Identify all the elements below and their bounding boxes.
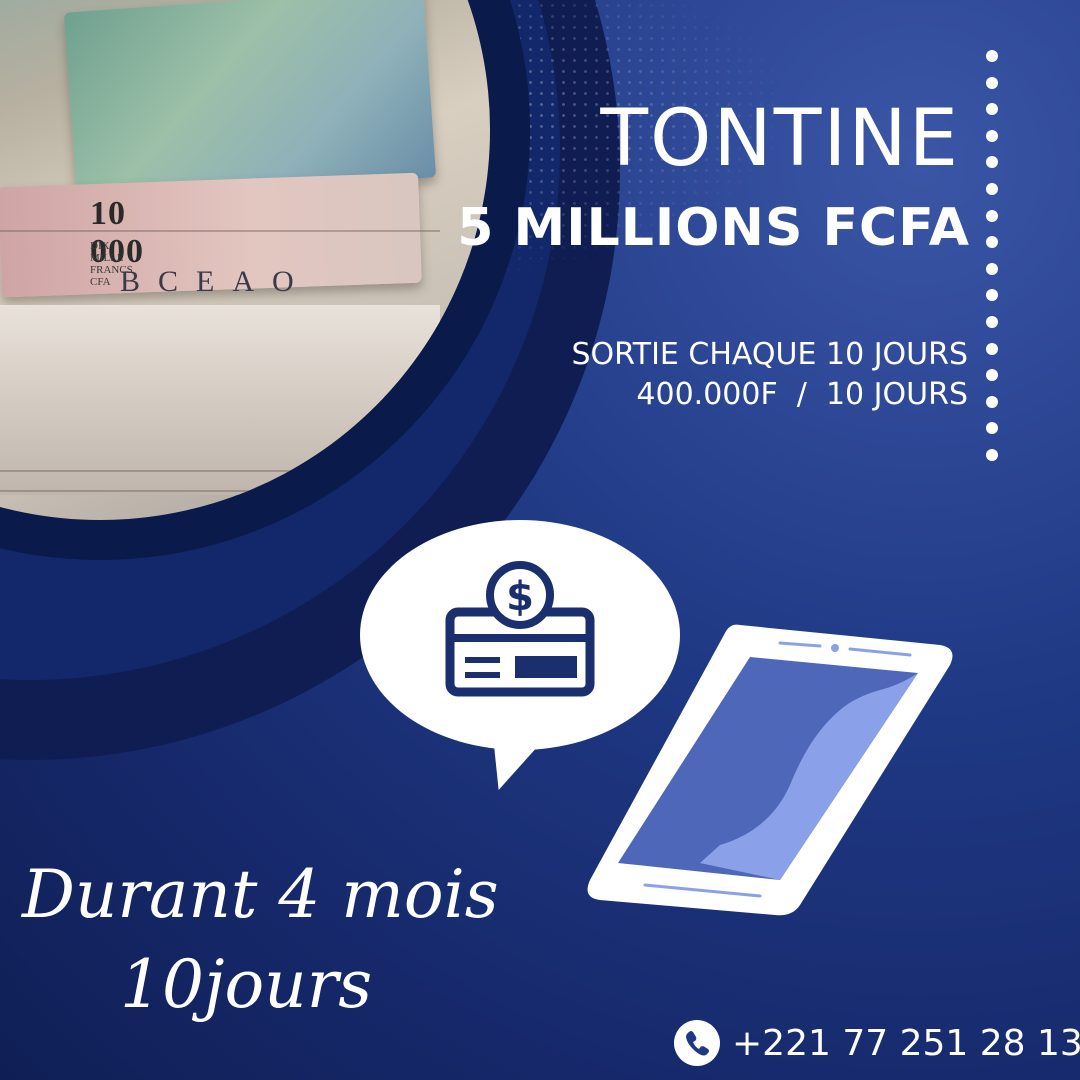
divider-dot	[986, 129, 998, 142]
phone-icon	[674, 1020, 720, 1066]
stack-edge	[0, 490, 440, 492]
divider-dot	[986, 449, 998, 461]
banknotes-photo: 10 000 DIX MILLE FRANCS CFA BCEAO	[0, 0, 490, 520]
banknote-pattern	[63, 0, 437, 203]
payout-frequency: SORTIE CHAQUE 10 JOURS	[571, 337, 968, 372]
contact-row[interactable]: +221 77 251 28 13	[674, 1020, 1080, 1066]
duration-days-text: 10jours	[120, 946, 373, 1023]
banknote-stack	[0, 305, 440, 495]
title: TONTINE	[600, 94, 960, 184]
smartphone-icon	[587, 624, 953, 916]
divider-dot	[986, 289, 998, 302]
divider-dot	[986, 76, 998, 89]
amount-heading: 5 MILLIONS FCFA	[457, 198, 970, 258]
divider-dot	[986, 156, 998, 169]
divider-dot	[986, 183, 998, 195]
divider-dot	[986, 236, 998, 249]
banknote-bank: BCEAO	[120, 265, 312, 298]
stack-edge	[0, 470, 440, 472]
stack-edge	[0, 230, 440, 232]
divider-dot	[986, 342, 998, 355]
divider-dot	[986, 103, 998, 116]
divider-dot	[986, 422, 998, 435]
divider-dot	[986, 262, 998, 275]
phone-number[interactable]: +221 77 251 28 13	[732, 1023, 1080, 1064]
duration-text: Durant 4 mois	[22, 856, 499, 933]
poster: 10 000 DIX MILLE FRANCS CFA BCEAO TONTIN…	[0, 0, 1080, 1080]
divider-dot	[986, 395, 998, 408]
divider-dot	[986, 209, 998, 222]
credit-card-icon: $	[445, 561, 595, 697]
dollar-coin-icon: $	[486, 561, 554, 629]
divider-dot	[986, 316, 998, 328]
svg-text:$: $	[506, 574, 534, 620]
divider-dot	[986, 50, 998, 62]
payment-amount: 400.000F / 10 JOURS	[636, 377, 968, 412]
divider-dot	[986, 369, 998, 382]
